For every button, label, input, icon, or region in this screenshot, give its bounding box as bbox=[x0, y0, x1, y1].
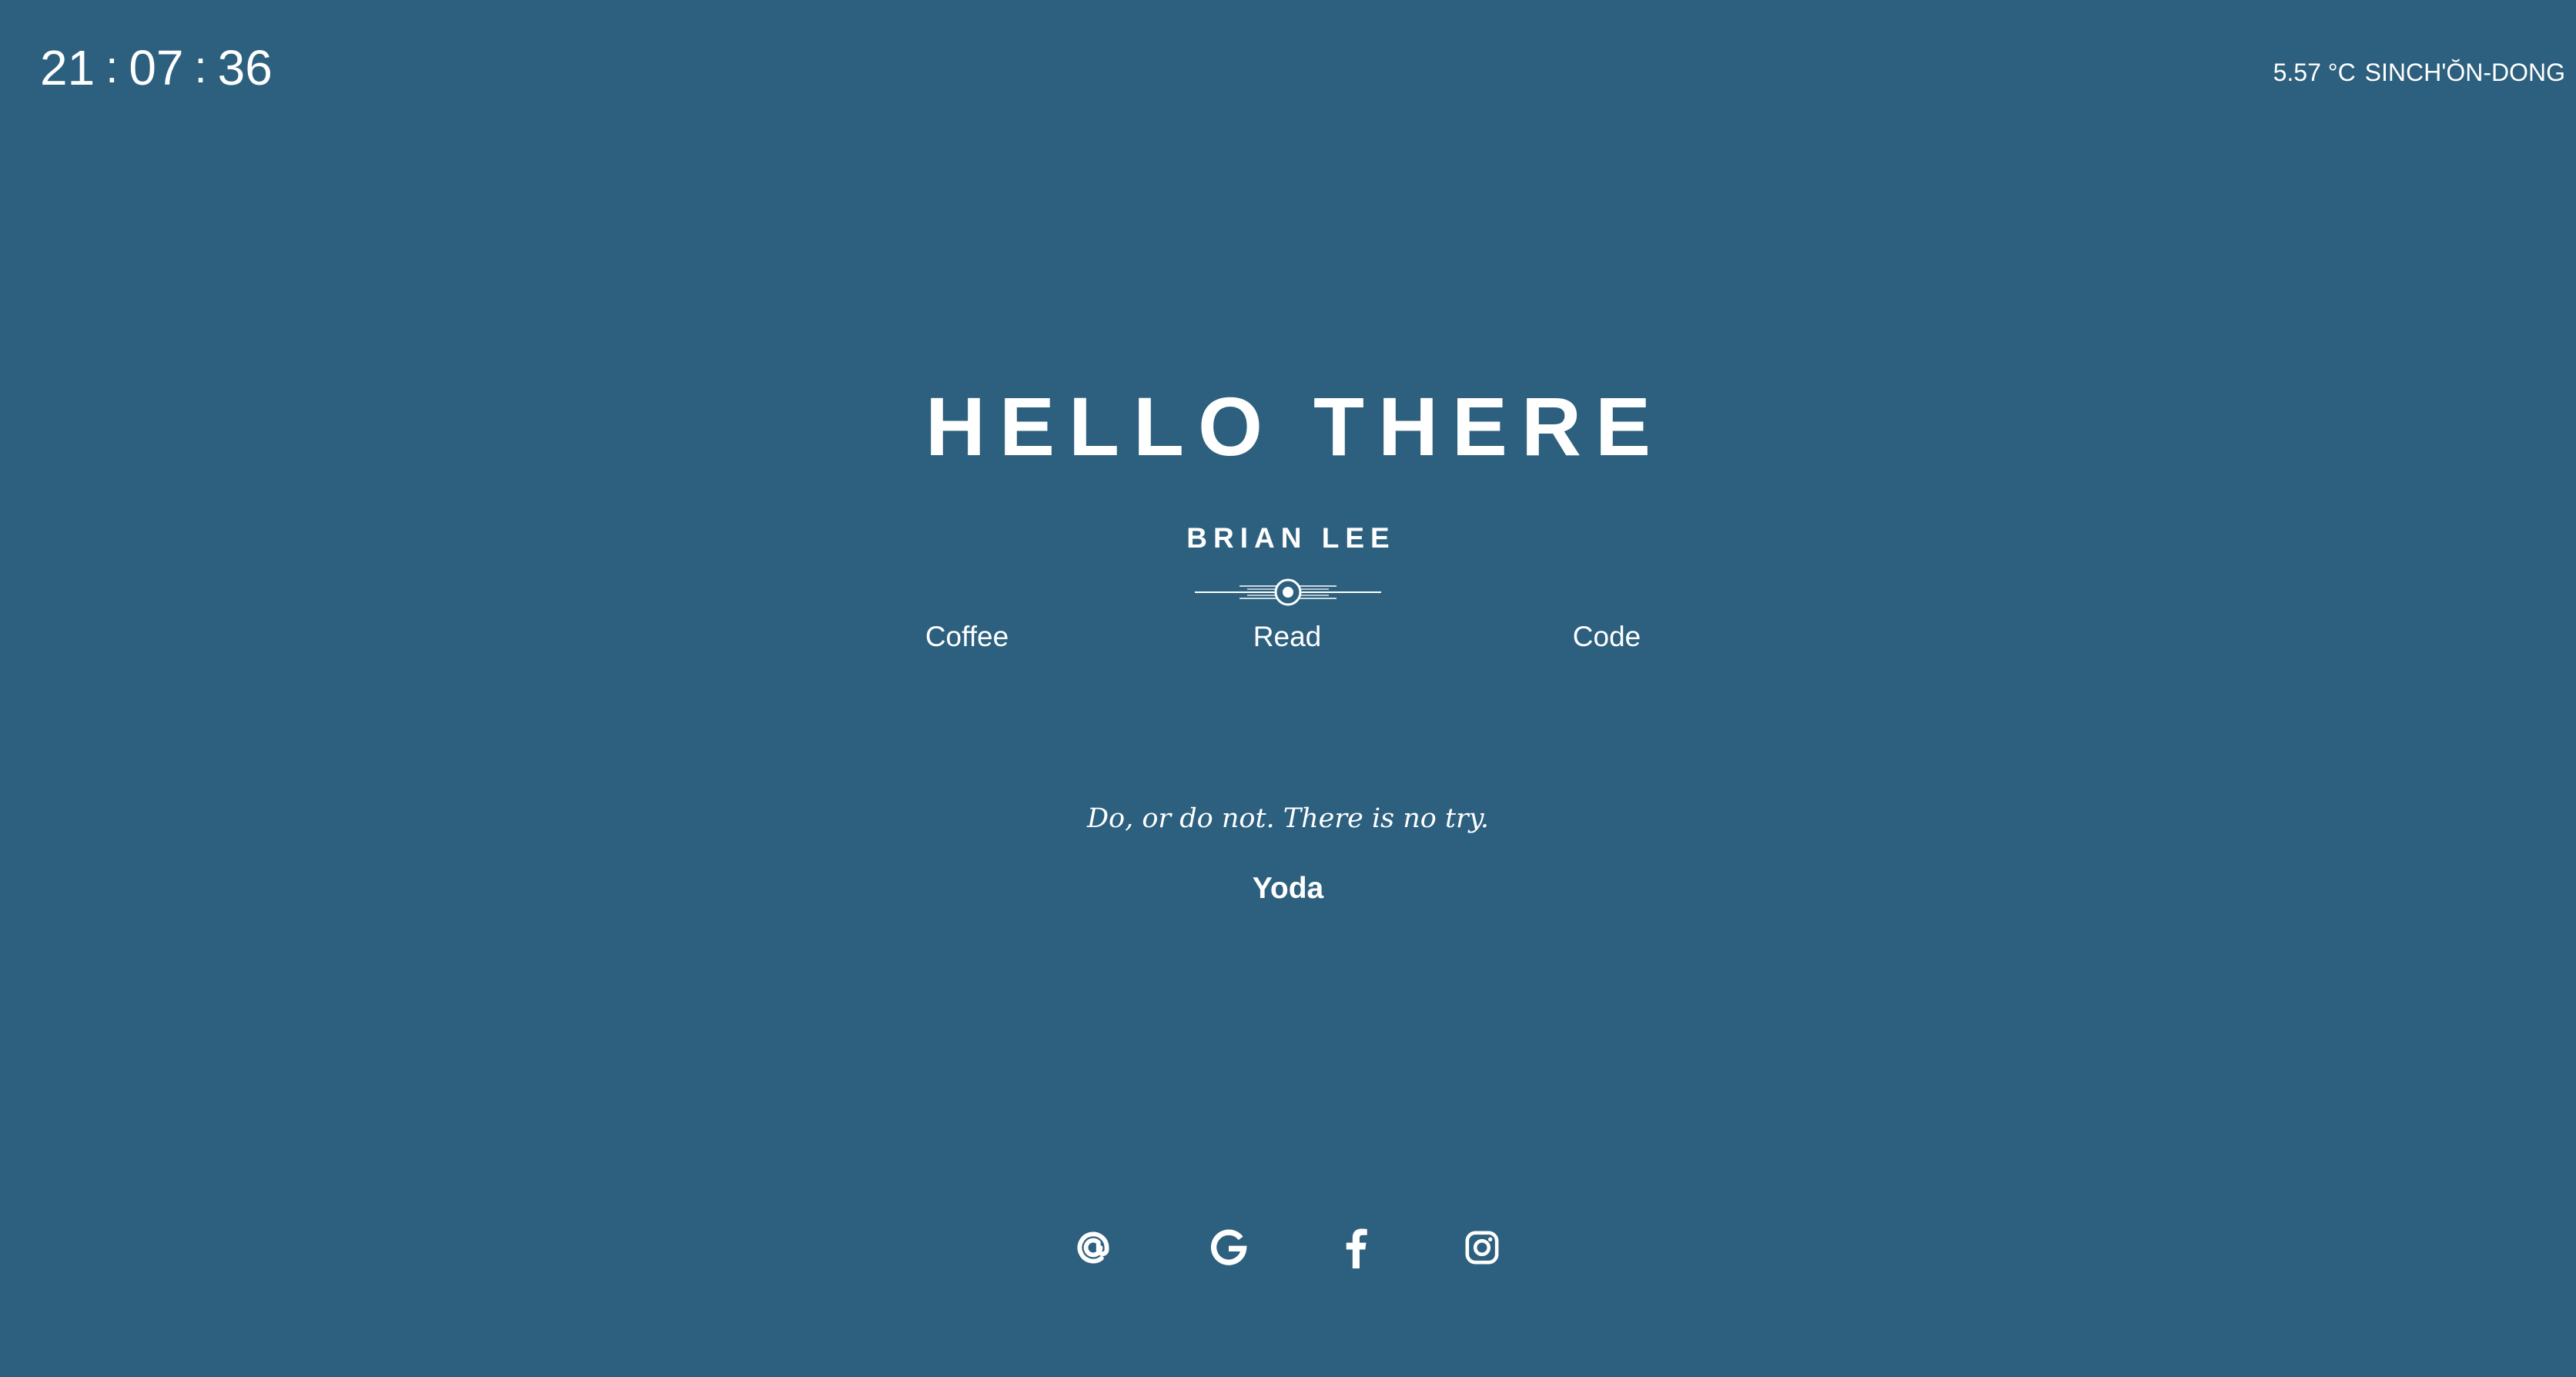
weather-widget: 5.57 °C SINCH'ŎN-DONG bbox=[2273, 60, 2565, 85]
quick-links: Coffee Read Code bbox=[0, 622, 2576, 661]
facebook-icon[interactable] bbox=[1334, 1226, 1377, 1269]
instagram-icon[interactable] bbox=[1460, 1226, 1504, 1269]
divider-ornament-icon bbox=[1195, 578, 1381, 606]
clock: 21:07:36 bbox=[40, 43, 273, 92]
clock-separator: : bbox=[105, 42, 119, 92]
clock-minutes: 07 bbox=[129, 40, 184, 95]
link-coffee[interactable]: Coffee bbox=[925, 622, 1009, 651]
weather-temperature: 5.57 bbox=[2273, 59, 2321, 86]
social-links bbox=[0, 1226, 2576, 1272]
quote-author: Yoda bbox=[1252, 872, 1324, 905]
quote-text: Do, or do not. There is no try. bbox=[1086, 803, 1490, 834]
weather-unit: °C bbox=[2327, 59, 2356, 86]
weather-location: SINCH'ŎN-DONG bbox=[2364, 59, 2565, 86]
google-icon[interactable] bbox=[1207, 1226, 1250, 1269]
at-sign-icon[interactable] bbox=[1072, 1226, 1115, 1269]
link-read[interactable]: Read bbox=[1253, 622, 1321, 651]
link-code[interactable]: Code bbox=[1573, 622, 1641, 651]
greeting-heading: HELLO THERE bbox=[925, 380, 1664, 473]
user-name: BRIAN LEE bbox=[1186, 522, 1396, 554]
clock-hours: 21 bbox=[40, 40, 95, 95]
clock-seconds: 36 bbox=[217, 40, 273, 95]
clock-separator: : bbox=[194, 42, 207, 92]
